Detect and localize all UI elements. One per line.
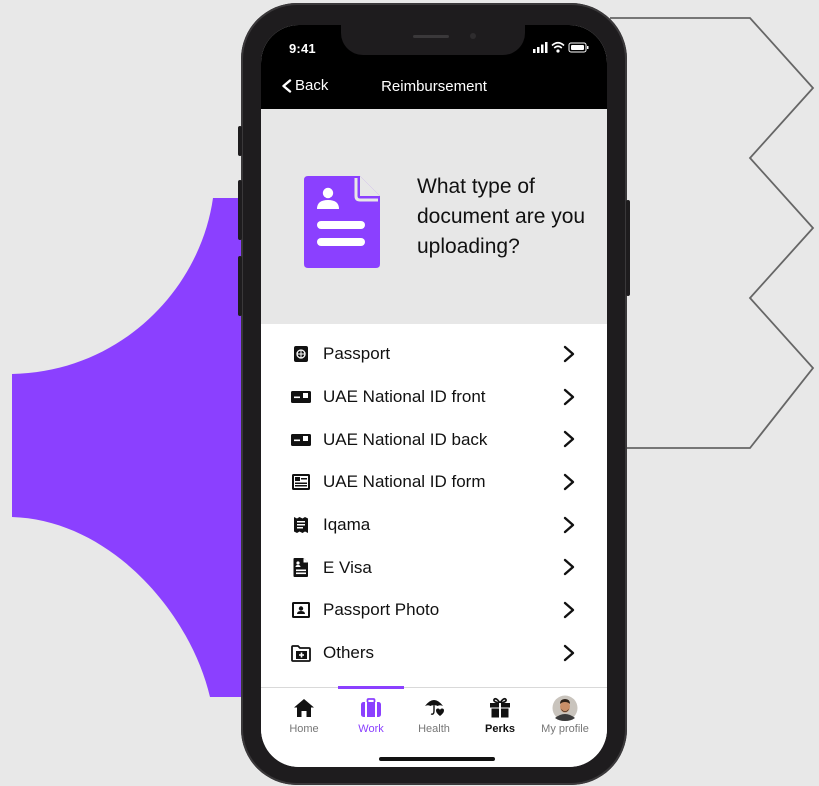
hero-question: What type of document are you uploading?	[417, 175, 586, 258]
status-bar: 9:41	[261, 25, 607, 71]
list-item-label: Passport Photo	[323, 600, 440, 620]
list-item-label: Others	[323, 643, 375, 663]
chevron-right-icon	[563, 601, 575, 619]
chevron-right-icon	[563, 431, 575, 448]
tab-perks[interactable]: Perks	[467, 694, 533, 735]
phone-side-button	[238, 256, 242, 316]
chevron-right-icon	[563, 388, 575, 405]
chevron-right-icon	[563, 516, 575, 533]
id-form-icon	[291, 472, 311, 492]
navigation-bar: Back Reimbursement	[261, 71, 607, 109]
phone-notch	[341, 25, 525, 55]
hero-section: What type of document are you uploading?	[261, 109, 607, 324]
tab-home[interactable]: Home	[271, 694, 337, 735]
tab-work[interactable]: Work	[338, 694, 404, 735]
tab-my-profile[interactable]: My profile	[532, 694, 598, 735]
umbrella-heart-icon	[401, 694, 467, 722]
list-item-others[interactable]: Others	[261, 632, 607, 675]
chevron-right-icon	[563, 559, 575, 576]
purple-concave-shape	[12, 198, 245, 697]
phone-side-button	[626, 200, 630, 296]
phone-side-button	[238, 180, 242, 240]
list-item-label: UAE National ID back	[323, 429, 488, 449]
list-item-uae-id-front[interactable]: UAE National ID front	[261, 376, 607, 419]
list-item-passport-photo[interactable]: Passport Photo	[261, 589, 607, 632]
chevron-right-icon	[563, 345, 575, 363]
list-item-label: UAE National ID front	[323, 387, 486, 407]
gray-zigzag-outline	[610, 17, 815, 449]
list-item-iqama[interactable]: Iqama	[261, 504, 607, 547]
list-item-e-visa[interactable]: E Visa	[261, 546, 607, 589]
active-tab-indicator	[338, 686, 404, 689]
list-item-label: Iqama	[323, 515, 371, 535]
list-item-label: Passport	[323, 344, 391, 364]
passport-icon	[291, 344, 311, 364]
status-icons	[533, 40, 589, 58]
phone-screen: 9:41 Back Reimbursement What type of doc…	[261, 25, 607, 767]
tab-label: Health	[418, 723, 450, 735]
list-item-label: E Visa	[323, 557, 372, 577]
list-item-label: UAE National ID form	[323, 472, 486, 492]
tab-label: Work	[358, 723, 384, 735]
document-illustration-icon	[304, 176, 380, 268]
id-card-icon	[291, 430, 311, 450]
signal-wifi-battery-icon	[533, 41, 589, 53]
portrait-icon	[291, 600, 311, 620]
avatar-icon	[532, 694, 598, 722]
chevron-right-icon	[563, 644, 575, 662]
notch-sensors	[413, 33, 476, 39]
tab-label: Home	[289, 723, 319, 735]
phone-side-button	[238, 126, 242, 156]
list-item-uae-id-back[interactable]: UAE National ID back	[261, 418, 607, 461]
list-item-uae-id-form[interactable]: UAE National ID form	[261, 461, 607, 504]
home-indicator	[379, 757, 495, 761]
chevron-right-icon	[563, 473, 575, 491]
folder-add-icon	[291, 643, 311, 663]
home-icon	[271, 694, 337, 722]
document-icon	[291, 558, 311, 578]
list-item-passport[interactable]: Passport	[261, 333, 607, 376]
page-title: Reimbursement	[381, 78, 487, 95]
tab-health[interactable]: Health	[401, 694, 467, 735]
bottom-tab-bar: Home Work Health Perks My profile	[261, 686, 607, 767]
tab-label: Perks	[485, 723, 515, 735]
tab-label: My profile	[541, 723, 589, 735]
gift-icon	[467, 694, 533, 722]
receipt-icon	[291, 515, 311, 535]
status-time: 9:41	[289, 41, 316, 56]
document-type-list: Passport UAE National ID front UAE Natio…	[261, 333, 607, 675]
id-card-icon	[291, 387, 311, 407]
briefcase-icon	[338, 694, 404, 722]
